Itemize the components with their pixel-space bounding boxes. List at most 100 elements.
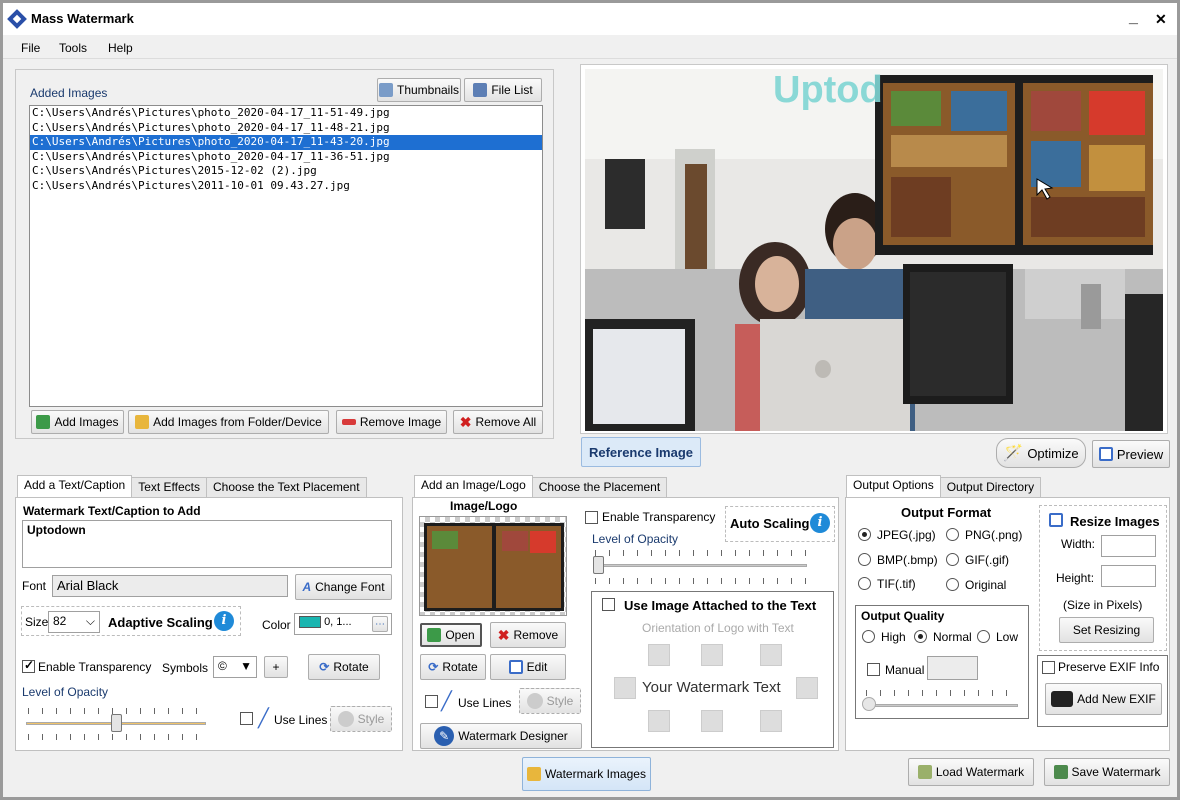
reference-image-label[interactable]: Reference Image [581,437,701,467]
list-item[interactable]: C:\Users\Andrés\Pictures\photo_2020-04-1… [30,121,542,136]
format-png-radio[interactable] [946,528,959,541]
symbols-label: Symbols [162,661,209,675]
add-images-button[interactable]: Add Images [31,410,124,434]
list-item[interactable]: C:\Users\Andrés\Pictures\photo_2020-04-1… [30,150,542,165]
text-transparency-checkbox[interactable] [22,658,35,673]
rotate-text-button[interactable]: ⟳ Rotate [308,654,380,680]
set-resizing-button[interactable]: Set Resizing [1059,617,1154,643]
output-panel: Output Format JPEG(.jpg) PNG(.png) BMP(.… [845,497,1170,751]
logo-transparency-checkbox[interactable] [585,511,598,524]
watermark-images-button[interactable]: Watermark Images [522,757,651,791]
remove-image-button[interactable]: Remove Image [336,410,447,434]
quality-slider[interactable] [864,704,1018,707]
watermark-text-preview: Uptod [773,69,883,111]
height-label: Height: [1056,571,1095,585]
preview-button[interactable]: Preview [1092,440,1170,468]
caption-input[interactable]: Uptodown [22,520,392,568]
orientation-top-right[interactable] [760,644,782,666]
menu-help[interactable]: Help [108,41,133,55]
thumbnails-button[interactable]: Thumbnails [377,78,461,102]
add-images-label: Add Images [54,415,119,429]
format-jpeg-radio[interactable] [858,528,871,541]
resize-group: Resize Images Width: Height: (Size in Pi… [1039,505,1167,651]
rotate-logo-button[interactable]: ⟳ Rotate [420,654,486,680]
optimize-button[interactable]: 🪄 Optimize [996,438,1086,468]
tab-add-text[interactable]: Add a Text/Caption [17,475,133,497]
list-item[interactable]: C:\Users\Andrés\Pictures\photo_2020-04-1… [30,135,542,150]
text-use-lines-label: Use Lines [274,713,328,727]
tab-output-options[interactable]: Output Options [846,475,941,497]
resize-width-input[interactable] [1101,535,1156,557]
tab-add-image[interactable]: Add an Image/Logo [414,475,533,497]
quality-low-radio[interactable] [977,630,990,643]
size-select[interactable]: 82 ⌵ [48,611,100,633]
add-symbol-button[interactable]: + [264,656,288,678]
preserve-exif-checkbox[interactable] [1042,661,1055,674]
remove-all-button[interactable]: ✖ Remove All [453,410,543,434]
edit-logo-label: Edit [526,660,548,674]
file-list[interactable]: C:\Users\Andrés\Pictures\photo_2020-04-1… [29,105,543,407]
attach-image-checkbox[interactable] [602,598,615,611]
orientation-right[interactable] [796,677,818,699]
x-icon: ✖ [459,413,472,430]
rotate-logo-label: Rotate [442,660,478,674]
quality-thumb[interactable] [862,697,876,711]
tab-text-placement[interactable]: Choose the Text Placement [206,477,367,497]
logo-opacity-slider[interactable] [593,564,807,567]
tab-image-placement[interactable]: Choose the Placement [531,477,668,497]
add-exif-label: Add New EXIF [1077,692,1156,706]
add-folder-button[interactable]: Add Images from Folder/Device [128,410,329,434]
rotate-text-label: Rotate [333,660,369,674]
file-list-button[interactable]: File List [464,78,542,102]
open-logo-button[interactable]: Open [420,623,482,647]
image-logo-label: Image/Logo [450,499,518,513]
format-bmp-radio[interactable] [858,553,871,566]
add-exif-button[interactable]: Add New EXIF [1045,683,1162,715]
designer-label: Watermark Designer [458,729,568,743]
format-tif-radio[interactable] [858,577,871,590]
resize-height-input[interactable] [1101,565,1156,587]
close-button[interactable]: ✕ [1155,11,1167,28]
symbol-select[interactable]: © ▼ [213,656,257,678]
remove-logo-button[interactable]: ✖ Remove [490,622,566,648]
font-field[interactable]: Arial Black [52,575,288,597]
text-style-button[interactable]: Style [330,706,392,732]
save-watermark-button[interactable]: Save Watermark [1044,758,1170,786]
orientation-top[interactable] [701,644,723,666]
info-icon[interactable]: i [810,513,830,533]
format-gif-radio[interactable] [946,553,959,566]
magic-wand-icon: 🪄 [1003,445,1024,462]
format-original-radio[interactable] [946,578,959,591]
text-opacity-thumb[interactable] [110,714,122,732]
manual-quality-input[interactable] [927,656,978,680]
orientation-left[interactable] [614,677,636,699]
change-font-button[interactable]: A Change Font [295,574,392,600]
logo-opacity-thumb[interactable] [593,556,604,574]
manual-quality-checkbox[interactable] [867,663,880,676]
list-item[interactable]: C:\Users\Andrés\Pictures\photo_2020-04-1… [30,106,542,121]
quality-normal-radio[interactable] [914,630,927,643]
color-value: 0, 1... [324,616,352,628]
tab-text-effects[interactable]: Text Effects [131,477,207,497]
text-use-lines-checkbox[interactable] [240,712,253,725]
list-item[interactable]: C:\Users\Andrés\Pictures\2011-10-01 09.4… [30,179,542,194]
logo-style-button[interactable]: Style [519,688,581,714]
thumbnails-label: Thumbnails [396,83,460,97]
orientation-bottom-left[interactable] [648,710,670,732]
quality-high-radio[interactable] [862,630,875,643]
edit-logo-button[interactable]: Edit [490,654,566,680]
list-item[interactable]: C:\Users\Andrés\Pictures\2015-12-02 (2).… [30,164,542,179]
watermark-designer-button[interactable]: ✎ Watermark Designer [420,723,582,749]
tab-output-directory[interactable]: Output Directory [939,477,1042,497]
orientation-top-left[interactable] [648,644,670,666]
color-picker-button[interactable]: ⋯ [372,616,388,632]
menu-file[interactable]: File [21,41,40,55]
watermark-images-label: Watermark Images [545,767,646,781]
logo-use-lines-checkbox[interactable] [425,695,438,708]
orientation-bottom-right[interactable] [760,710,782,732]
minimize-button[interactable]: _ [1129,9,1138,27]
orientation-bottom[interactable] [701,710,723,732]
load-watermark-button[interactable]: Load Watermark [908,758,1034,786]
menu-tools[interactable]: Tools [59,41,87,55]
info-icon[interactable]: i [214,611,234,631]
